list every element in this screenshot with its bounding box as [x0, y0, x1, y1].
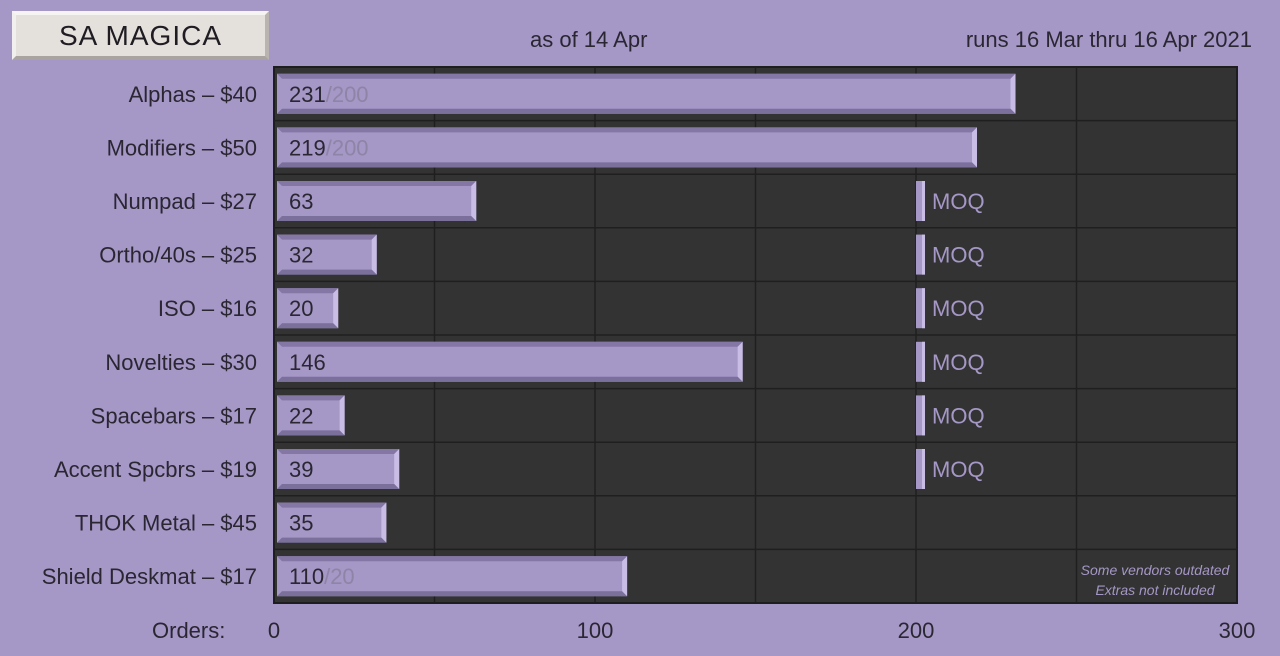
value-number: 39: [289, 457, 313, 482]
bar-bevel-right: [971, 127, 977, 168]
bar-bevel-right: [622, 556, 628, 597]
bar-bevel-bottom: [277, 323, 339, 329]
bar-bevel-bottom: [277, 216, 477, 221]
bar-bevel-right: [1010, 73, 1016, 114]
value-label: 32: [289, 243, 313, 268]
bar-bevel-right: [471, 181, 477, 221]
moq-label: MOQ: [932, 189, 985, 214]
value-number: 22: [289, 403, 313, 428]
moq-label: MOQ: [932, 350, 985, 375]
value-number: 219: [289, 135, 326, 160]
moq-marker-bevel: [922, 181, 925, 221]
bar-bevel-bottom: [277, 591, 628, 597]
category-label: Ortho/40s – $25: [99, 243, 257, 268]
category-label: Spacebars – $17: [91, 403, 257, 428]
bar-bevel-top: [277, 127, 977, 133]
bar-bevel-right: [339, 395, 345, 436]
bar-bevel-top: [277, 502, 387, 508]
moq-label: MOQ: [932, 296, 985, 321]
moq-label: MOQ: [932, 457, 985, 482]
category-label: Shield Deskmat – $17: [42, 564, 257, 589]
x-tick-label: 0: [268, 618, 280, 643]
bar-bevel-bottom: [277, 108, 1016, 114]
value-label: 22: [289, 403, 313, 428]
bar-bevel-top: [277, 73, 1016, 79]
moq-marker-bevel: [922, 395, 925, 436]
value-label: 110/20: [289, 564, 355, 589]
bar-bevel-top: [277, 288, 339, 294]
bar-bevel-top: [277, 395, 345, 401]
x-axis-label: Orders:: [152, 618, 225, 643]
target-label: /200: [326, 135, 369, 160]
bar-bevel-bottom: [277, 162, 977, 168]
bar: [277, 341, 743, 382]
moq-marker-bevel: [922, 341, 925, 382]
category-label: Numpad – $27: [113, 189, 257, 214]
value-number: 32: [289, 243, 313, 268]
bar-bevel-top: [277, 556, 628, 562]
category-label: Novelties – $30: [105, 350, 257, 375]
category-label: Modifiers – $50: [107, 135, 257, 160]
bar-bevel-top: [277, 181, 477, 186]
bar: [277, 127, 977, 168]
bar-bevel-top: [277, 449, 400, 454]
moq-label: MOQ: [932, 403, 985, 428]
value-label: 39: [289, 457, 313, 482]
category-label: THOK Metal – $45: [75, 511, 257, 536]
value-number: 35: [289, 511, 313, 536]
bar-bevel-right: [737, 341, 743, 382]
value-number: 231: [289, 82, 326, 107]
moq-marker-bevel: [922, 449, 925, 489]
category-label: ISO – $16: [158, 296, 257, 321]
bar-bevel-bottom: [277, 537, 387, 543]
x-tick-label: 200: [898, 618, 935, 643]
value-number: 63: [289, 189, 313, 214]
bar-bevel-right: [381, 502, 387, 543]
x-tick-label: 300: [1219, 618, 1256, 643]
bar-bevel-top: [277, 341, 743, 347]
bar-bevel-top: [277, 234, 377, 240]
moq-label: MOQ: [932, 243, 985, 268]
moq-marker-bevel: [922, 234, 925, 275]
value-label: 63: [289, 189, 313, 214]
bar-bevel-bottom: [277, 376, 743, 382]
value-number: 20: [289, 296, 313, 321]
value-number: 146: [289, 350, 326, 375]
target-label: /20: [324, 564, 355, 589]
value-label: 35: [289, 511, 313, 536]
bar-chart: Alphas – $40 231/200Modifiers – $50 219/20…: [42, 66, 1256, 643]
category-label: Alphas – $40: [129, 82, 257, 107]
value-label: 219/200: [289, 135, 369, 160]
x-tick-label: 100: [577, 618, 614, 643]
target-label: /200: [326, 82, 369, 107]
value-number: 110: [289, 564, 324, 589]
bar-bevel-right: [371, 234, 377, 275]
chart-note: Extras not included: [1095, 582, 1215, 598]
bar-bevel-right: [394, 449, 400, 489]
bar-bevel-bottom: [277, 269, 377, 275]
value-label: 146: [289, 350, 326, 375]
value-label: 20: [289, 296, 313, 321]
bar-bevel-bottom: [277, 430, 345, 436]
bar: [277, 73, 1016, 114]
category-label: Accent Spcbrs – $19: [54, 457, 257, 482]
bar-bevel-right: [333, 288, 339, 329]
bar-bevel-bottom: [277, 484, 400, 489]
value-label: 231/200: [289, 82, 369, 107]
moq-marker-bevel: [922, 288, 925, 329]
chart-note: Some vendors outdated: [1081, 562, 1231, 578]
